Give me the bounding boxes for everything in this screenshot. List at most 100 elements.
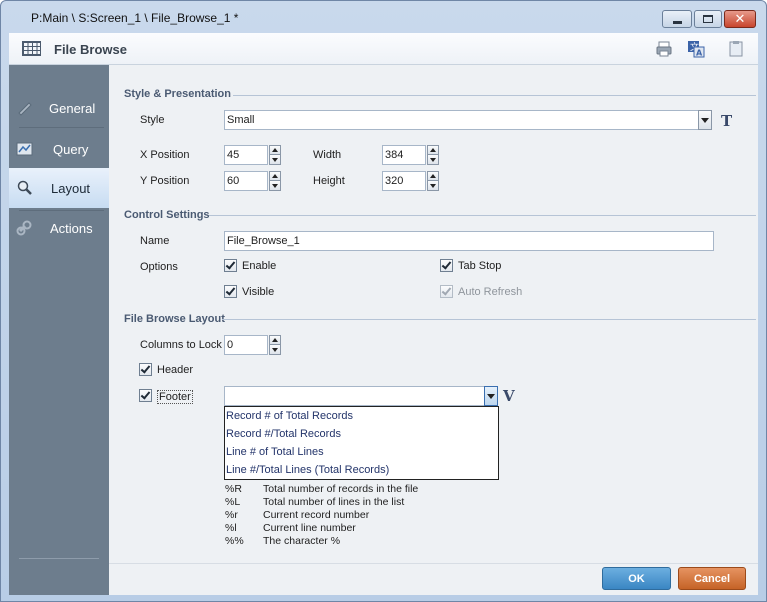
translate-icon[interactable]: 文 A [687, 40, 705, 58]
dropdown-option[interactable]: Line # of Total Lines [226, 446, 324, 458]
window-title: P:Main \ S:Screen_1 \ File_Browse_1 * [31, 11, 239, 25]
link-icon [16, 220, 32, 236]
query-icon [16, 142, 33, 156]
print-icon[interactable] [655, 40, 673, 58]
y-position-input[interactable]: 60 [224, 171, 268, 191]
sidebar-item-label: General [49, 100, 96, 116]
height-label: Height [313, 175, 345, 187]
columns-lock-input[interactable]: 0 [224, 335, 268, 355]
y-position-stepper[interactable] [269, 171, 281, 191]
close-button[interactable]: ✕ [724, 10, 756, 28]
footer-checkbox[interactable] [139, 389, 152, 402]
chevron-down-icon [272, 183, 278, 188]
token-code: %L [225, 496, 241, 508]
y-position-label: Y Position [140, 175, 190, 187]
style-font-button[interactable]: T [721, 112, 732, 130]
enable-label: Enable [242, 260, 277, 272]
style-dropdown-button[interactable] [698, 110, 712, 130]
dialog-footer: OK Cancel [109, 563, 758, 595]
chevron-down-icon [487, 393, 495, 399]
checkmark-icon [225, 285, 236, 296]
token-description: The character % [263, 535, 341, 547]
svg-text:A: A [696, 49, 703, 58]
name-label: Name [140, 235, 170, 247]
section-divider [233, 95, 756, 96]
chevron-down-icon [272, 157, 278, 162]
title-bar: P:Main \ S:Screen_1 \ File_Browse_1 * ✕ [1, 1, 766, 33]
sidebar-divider [19, 127, 104, 128]
sidebar-item-label: Actions [50, 220, 93, 236]
tabstop-checkbox[interactable] [440, 259, 453, 272]
section-divider [222, 319, 756, 320]
wrench-icon [18, 102, 32, 116]
name-input[interactable]: File_Browse_1 [224, 231, 714, 251]
chevron-up-icon [272, 148, 278, 152]
chevron-up-icon [272, 174, 278, 178]
token-code: %R [225, 483, 242, 495]
footer-variable-button[interactable]: V [503, 387, 515, 405]
sidebar-item-query[interactable]: Query [9, 129, 109, 169]
x-position-input[interactable]: 45 [224, 145, 268, 165]
sidebar-item-general[interactable]: General [9, 88, 109, 128]
chevron-down-icon [430, 157, 436, 162]
height-input[interactable]: 320 [382, 171, 426, 191]
height-stepper[interactable] [427, 171, 439, 191]
x-position-label: X Position [140, 149, 190, 161]
maximize-button[interactable] [694, 10, 722, 28]
section-title-style: Style & Presentation [124, 88, 231, 100]
enable-checkbox[interactable] [224, 259, 237, 272]
footer-dropdown-button[interactable] [484, 386, 498, 406]
maximize-icon [703, 15, 713, 23]
dropdown-option[interactable]: Record # of Total Records [226, 410, 353, 422]
sidebar-item-label: Query [53, 141, 89, 157]
sidebar: General Query Layout Actions [9, 65, 109, 595]
token-code: %% [225, 535, 244, 547]
width-label: Width [313, 149, 342, 161]
checkmark-icon [441, 259, 452, 270]
footer-dropdown-list: Record # of Total Records Record #/Total… [224, 406, 499, 480]
header-checkbox[interactable] [139, 363, 152, 376]
columns-lock-stepper[interactable] [269, 335, 281, 355]
token-code: %l [225, 522, 237, 534]
header-label: Header [157, 364, 194, 376]
content-panel: Style & Presentation Style Small T X Pos… [109, 65, 758, 563]
x-position-stepper[interactable] [269, 145, 281, 165]
sidebar-item-label: Layout [51, 180, 91, 196]
chevron-up-icon [430, 174, 436, 178]
cancel-button[interactable]: Cancel [678, 567, 746, 590]
section-divider [209, 215, 756, 216]
chevron-down-icon [430, 183, 436, 188]
dialog-window: P:Main \ S:Screen_1 \ File_Browse_1 * ✕ … [0, 0, 767, 602]
minimize-button[interactable] [662, 10, 692, 28]
checkmark-icon [140, 389, 151, 400]
chevron-up-icon [272, 338, 278, 342]
dropdown-option[interactable]: Line #/Total Lines (Total Records) [226, 464, 389, 476]
checkmark-icon [140, 363, 151, 374]
chevron-up-icon [430, 148, 436, 152]
style-label: Style [140, 114, 165, 126]
visible-checkbox[interactable] [224, 285, 237, 298]
options-label: Options [140, 261, 178, 273]
dropdown-option[interactable]: Record #/Total Records [226, 428, 341, 440]
table-grid-icon [22, 41, 41, 56]
sidebar-item-actions[interactable]: Actions [9, 208, 109, 248]
token-description: Current record number [263, 509, 370, 521]
style-combobox[interactable]: Small [224, 110, 699, 130]
autorefresh-label: Auto Refresh [458, 286, 523, 298]
section-title-layout: File Browse Layout [124, 313, 225, 325]
chevron-down-icon [272, 347, 278, 352]
notes-icon[interactable] [727, 40, 745, 58]
columns-lock-label: Columns to Lock [140, 339, 222, 351]
checkmark-icon [225, 259, 236, 270]
width-stepper[interactable] [427, 145, 439, 165]
token-code: %r [225, 509, 238, 521]
chevron-down-icon [701, 117, 709, 123]
autorefresh-checkbox[interactable] [440, 285, 453, 298]
visible-label: Visible [242, 286, 275, 298]
close-icon: ✕ [734, 11, 746, 27]
width-input[interactable]: 384 [382, 145, 426, 165]
sidebar-item-layout[interactable]: Layout [9, 168, 109, 208]
token-description: Total number of lines in the list [263, 496, 405, 508]
footer-combobox[interactable] [224, 386, 486, 406]
ok-button[interactable]: OK [602, 567, 671, 590]
